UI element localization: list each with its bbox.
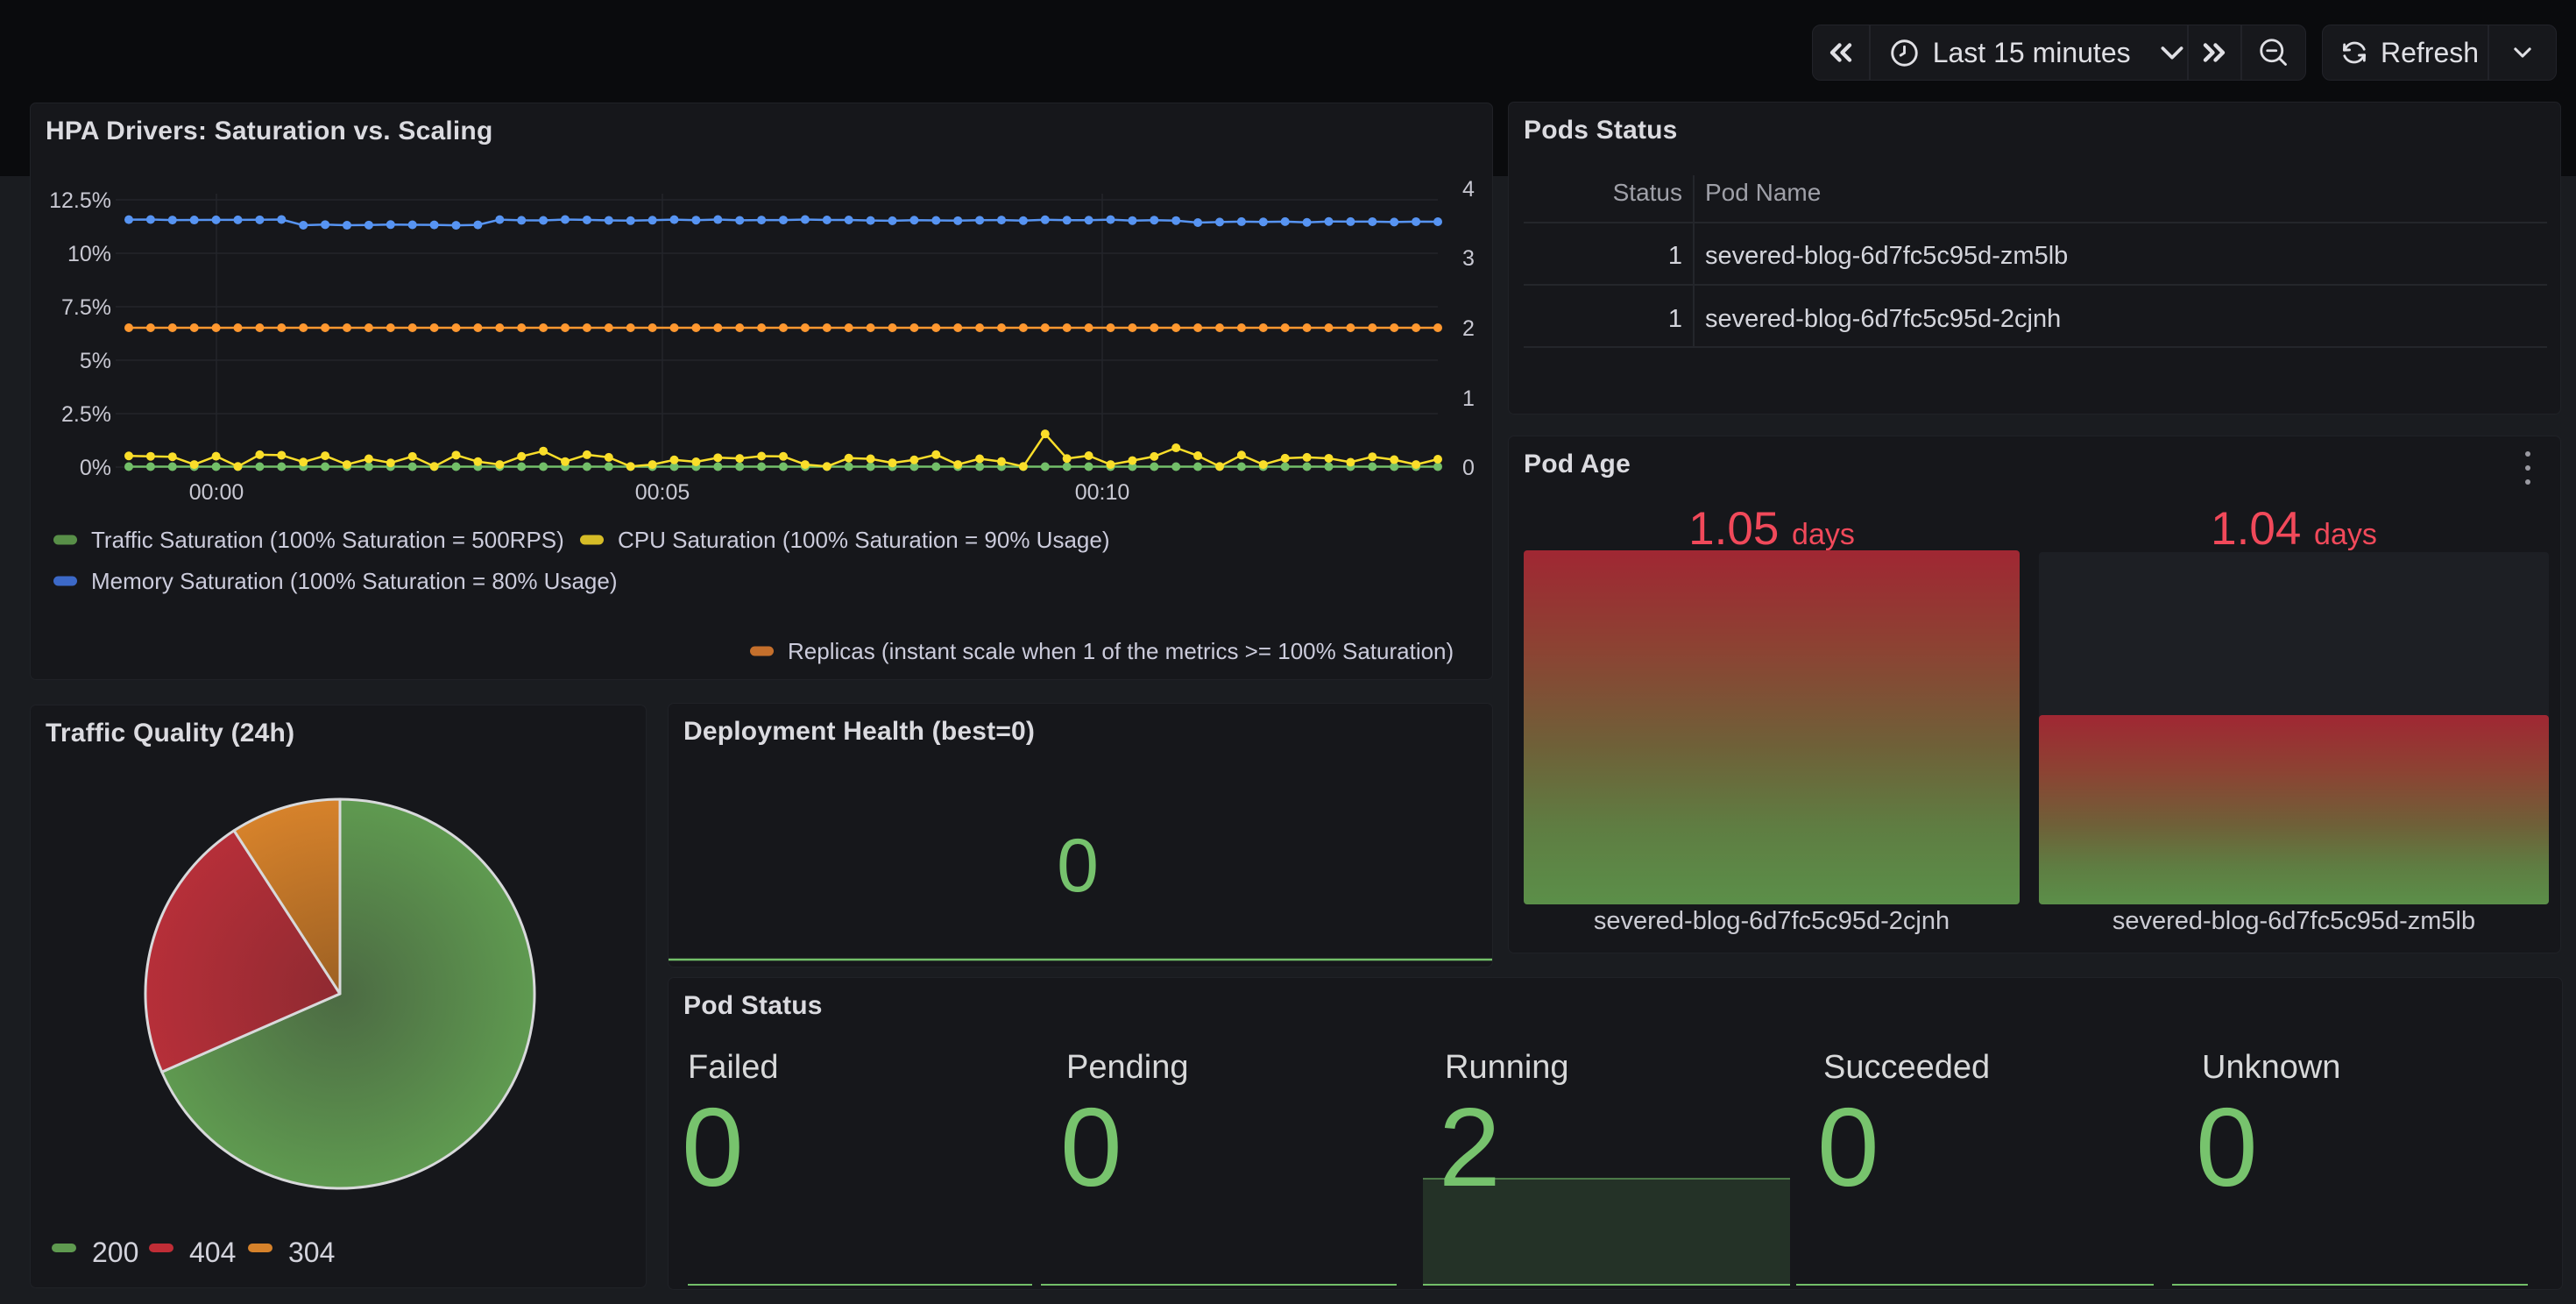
- svg-text:Succeeded: Succeeded: [1823, 1049, 1990, 1086]
- svg-text:10%: 10%: [67, 242, 111, 266]
- svg-text:severed-blog-6d7fc5c95d-zm5lb: severed-blog-6d7fc5c95d-zm5lb: [2112, 907, 2475, 935]
- svg-text:1: 1: [1462, 386, 1475, 411]
- svg-text:Failed: Failed: [688, 1049, 779, 1086]
- svg-text:7.5%: 7.5%: [61, 295, 111, 320]
- svg-text:1: 1: [1668, 305, 1682, 333]
- svg-text:00:10: 00:10: [1075, 480, 1130, 505]
- svg-text:2.5%: 2.5%: [61, 402, 111, 427]
- svg-text:Unknown: Unknown: [2202, 1049, 2340, 1086]
- svg-text:1.05 days: 1.05 days: [1688, 503, 1855, 555]
- svg-text:severed-blog-6d7fc5c95d-2cjnh: severed-blog-6d7fc5c95d-2cjnh: [1594, 907, 1950, 935]
- svg-text:CPU Saturation (100% Saturatio: CPU Saturation (100% Saturation = 90% Us…: [618, 527, 1109, 553]
- svg-text:0: 0: [682, 1085, 744, 1209]
- svg-text:Replicas (instant scale when 1: Replicas (instant scale when 1 of the me…: [788, 638, 1454, 664]
- svg-text:200: 200: [92, 1237, 138, 1268]
- svg-text:severed-blog-6d7fc5c95d-2cjnh: severed-blog-6d7fc5c95d-2cjnh: [1705, 305, 2061, 333]
- svg-text:4: 4: [1462, 177, 1475, 202]
- svg-text:0: 0: [1060, 1085, 1122, 1209]
- svg-text:Pending: Pending: [1066, 1049, 1188, 1086]
- svg-text:2: 2: [1462, 316, 1475, 341]
- svg-text:00:00: 00:00: [189, 480, 244, 505]
- svg-text:0%: 0%: [80, 456, 111, 480]
- svg-text:1: 1: [1668, 242, 1682, 270]
- svg-text:5%: 5%: [80, 349, 111, 373]
- svg-text:0: 0: [2196, 1085, 2258, 1209]
- svg-text:0: 0: [1057, 824, 1099, 908]
- svg-text:0: 0: [1817, 1085, 1879, 1209]
- svg-text:1.04 days: 1.04 days: [2211, 503, 2377, 555]
- svg-text:3: 3: [1462, 246, 1475, 271]
- svg-text:severed-blog-6d7fc5c95d-zm5lb: severed-blog-6d7fc5c95d-zm5lb: [1705, 242, 2068, 270]
- svg-text:Traffic Saturation (100% Satur: Traffic Saturation (100% Saturation = 50…: [91, 527, 564, 553]
- svg-text:Pod Name: Pod Name: [1705, 179, 1821, 206]
- svg-text:Memory Saturation (100% Satura: Memory Saturation (100% Saturation = 80%…: [91, 568, 617, 594]
- svg-text:00:05: 00:05: [635, 480, 690, 505]
- svg-text:Status: Status: [1613, 179, 1682, 206]
- svg-text:12.5%: 12.5%: [49, 188, 111, 213]
- svg-text:Running: Running: [1445, 1049, 1569, 1086]
- svg-text:404: 404: [189, 1237, 236, 1268]
- svg-text:304: 304: [288, 1237, 335, 1268]
- svg-text:0: 0: [1462, 456, 1475, 480]
